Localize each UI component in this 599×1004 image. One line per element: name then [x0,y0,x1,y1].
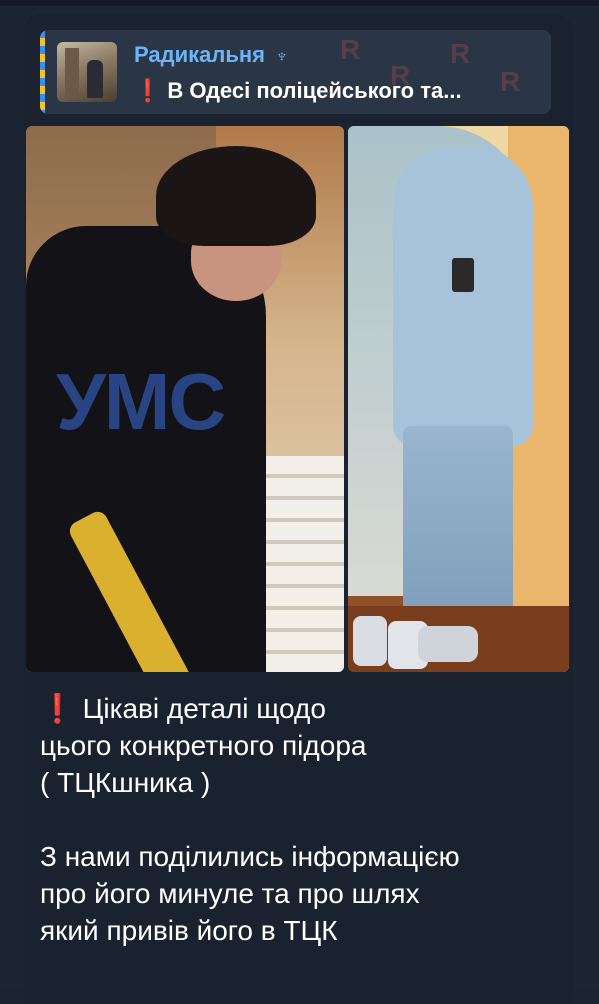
reply-thumbnail [57,42,117,102]
photo-left[interactable]: УМС [26,126,344,672]
channel-name-text: Радикальня [134,42,265,67]
message-body: Цікаві деталі щодо цього конкретного під… [40,693,460,946]
exclamation-icon: ❗ [40,693,75,724]
reply-preview-text: ❗ В Одесі поліцейського та... [134,78,551,104]
exclamation-icon: ❗ [134,78,162,103]
reply-accent-bar [40,30,45,114]
photo-watermark: УМС [56,357,226,446]
message-text: ❗ Цікаві деталі щодо цього конкретного п… [40,690,560,949]
reply-preview-label: В Одесі поліцейського та... [167,78,462,103]
reply-preview[interactable]: R R R R Радикальня ♆ ❗ В Одесі поліцейськ… [40,30,551,114]
reply-channel-name: Радикальня ♆ [134,42,289,68]
photo-right[interactable] [348,126,569,672]
trident-icon: ♆ [275,46,289,66]
top-strip [0,0,599,6]
